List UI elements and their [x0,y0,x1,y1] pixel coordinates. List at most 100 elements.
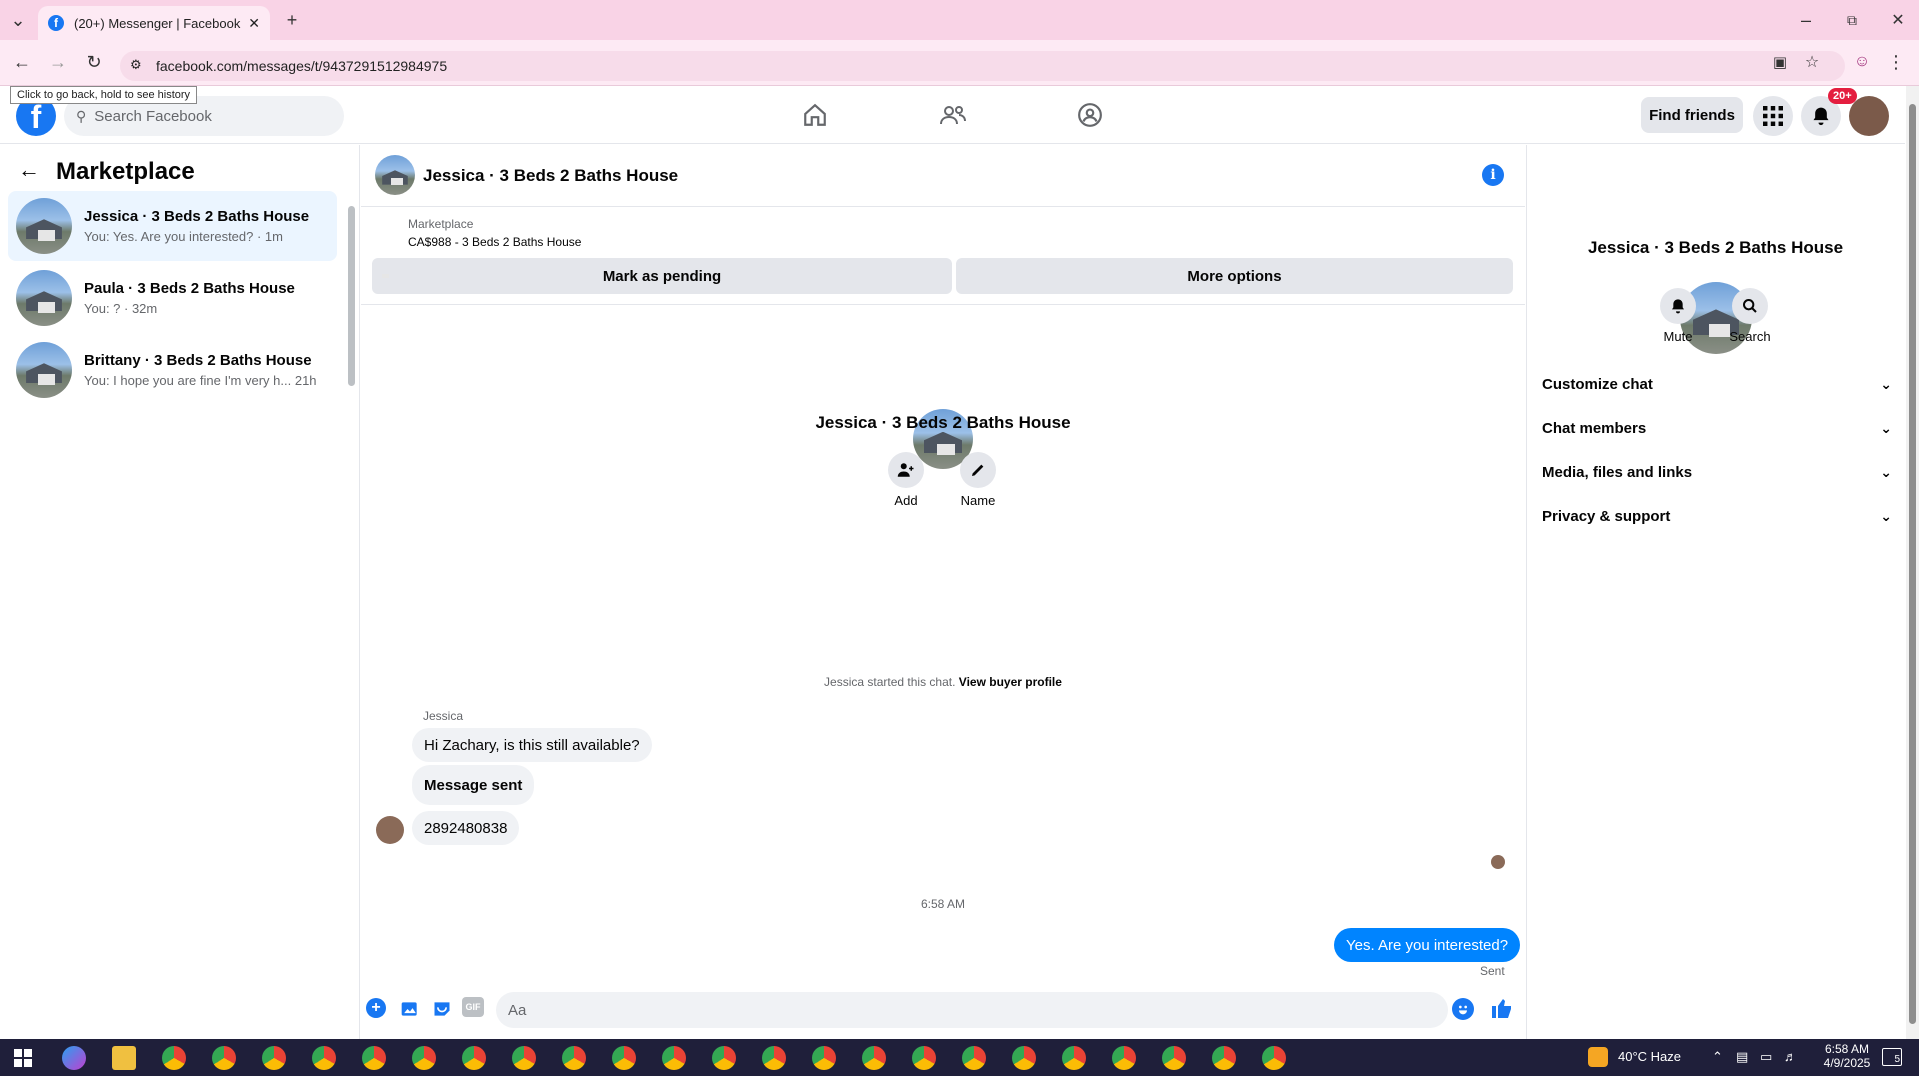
taskbar-clock[interactable]: 6:58 AM 4/9/2025 [1812,1042,1882,1070]
browser-tab[interactable]: f (20+) Messenger | Facebook ✕ [38,6,270,40]
info-icon[interactable]: i [1482,164,1504,186]
message-bubble[interactable]: Message sent [412,765,535,805]
add-person-icon[interactable] [888,452,924,488]
like-thumbs-up-icon[interactable] [1490,996,1514,1020]
listing-price-title[interactable]: CA$988 - 3 Beds 2 Baths House [408,235,581,249]
groups-icon[interactable] [1070,95,1110,135]
mute-bell-icon[interactable] [1660,288,1696,324]
view-buyer-profile-link[interactable]: View buyer profile [959,675,1062,689]
chrome-taskbar-icon[interactable] [1012,1046,1036,1070]
window-close-icon[interactable]: ✕ [1884,6,1912,34]
new-tab-icon[interactable]: + [278,6,306,34]
chevron-down-icon: ⌄ [1880,419,1892,436]
conversation-item-jessica[interactable]: Jessica · 3 Beds 2 Baths House You: Yes.… [8,191,337,261]
weather-text[interactable]: 40°C Haze [1618,1049,1681,1064]
network-icon[interactable]: ▤ [1736,1049,1748,1065]
chrome-taskbar-icon[interactable] [812,1046,836,1070]
back-icon[interactable]: ← [8,48,36,76]
sent-status: Sent [1480,964,1505,978]
item-label: Media, files and links [1542,463,1693,481]
chat-members-item[interactable]: Chat members ⌄ [1542,408,1892,448]
gif-icon[interactable]: GIF [462,997,484,1017]
clock-date: 4/9/2025 [1823,1056,1871,1070]
bookmark-star-icon[interactable]: ☆ [1798,48,1826,76]
emoji-icon[interactable] [1452,998,1474,1020]
chrome-taskbar-icon[interactable] [762,1046,786,1070]
find-friends-button[interactable]: Find friends [1641,97,1743,133]
sticker-icon[interactable] [430,997,454,1021]
friends-icon[interactable] [933,95,973,135]
tray-chevron-up-icon[interactable]: ⌃ [1712,1049,1723,1065]
chrome-taskbar-icon[interactable] [1162,1046,1186,1070]
item-label: Privacy & support [1542,507,1671,525]
chat-title[interactable]: Jessica · 3 Beds 2 Baths House [423,166,678,186]
chat-started-notice: Jessica started this chat. View buyer pr… [361,675,1525,689]
account-avatar[interactable] [1849,96,1889,136]
chrome-taskbar-icon[interactable] [262,1046,286,1070]
message-bubble[interactable]: Hi Zachary, is this still available? [412,728,652,762]
copilot-icon[interactable] [62,1046,86,1070]
restore-icon[interactable]: ⧉ [1838,6,1866,34]
my-message-bubble[interactable]: Yes. Are you interested? [1334,928,1521,962]
url-field[interactable]: ⚙ facebook.com/messages/t/94372915129849… [120,51,1845,81]
home-icon[interactable] [795,95,835,135]
display-icon[interactable]: ▭ [1760,1049,1772,1065]
file-explorer-icon[interactable] [112,1046,136,1070]
chrome-taskbar-icon[interactable] [912,1046,936,1070]
chrome-taskbar-icon[interactable] [212,1046,236,1070]
chrome-taskbar-icon[interactable] [162,1046,186,1070]
page-scrollbar-thumb[interactable] [1909,104,1916,1024]
media-files-links-item[interactable]: Media, files and links ⌄ [1542,452,1892,492]
chrome-taskbar-icon[interactable] [412,1046,436,1070]
listing-thumbnail [16,342,72,398]
close-tab-icon[interactable]: ✕ [248,15,260,32]
add-plus-icon[interactable]: + [366,998,386,1018]
back-arrow-icon[interactable]: ← [18,157,40,183]
more-options-button[interactable]: More options [956,258,1513,294]
forward-icon[interactable]: → [44,48,72,76]
sender-avatar[interactable] [376,816,404,844]
chrome-taskbar-icon[interactable] [1212,1046,1236,1070]
item-label: Customize chat [1542,375,1653,393]
chrome-taskbar-icon[interactable] [662,1046,686,1070]
chrome-taskbar-icon[interactable] [612,1046,636,1070]
chrome-taskbar-icon[interactable] [462,1046,486,1070]
message-input[interactable]: Aa [496,992,1448,1028]
divider [361,304,1525,305]
chrome-taskbar-icon[interactable] [512,1046,536,1070]
site-info-icon[interactable]: ⚙ [130,57,142,73]
conversation-snippet: You: I hope you are fine I'm very h... 2… [84,373,317,388]
chrome-menu-icon[interactable]: ⋮ [1882,48,1910,76]
install-app-icon[interactable]: ▣ [1766,48,1794,76]
customize-chat-item[interactable]: Customize chat ⌄ [1542,364,1892,404]
menu-grid-icon[interactable] [1753,96,1793,136]
edit-name-pencil-icon[interactable] [960,452,996,488]
mark-as-pending-button[interactable]: Mark as pending [372,258,952,294]
chrome-taskbar-icon[interactable] [562,1046,586,1070]
chrome-taskbar-icon[interactable] [1262,1046,1286,1070]
tab-search-chevron-icon[interactable]: ⌄ [4,6,32,34]
conversation-list-scrollbar[interactable] [348,206,355,386]
conversation-item-brittany[interactable]: Brittany · 3 Beds 2 Baths House You: I h… [8,335,337,405]
page-scrollbar[interactable] [1906,86,1919,1039]
chrome-taskbar-icon[interactable] [1062,1046,1086,1070]
profile-icon[interactable]: ☺ [1848,48,1876,76]
minimize-icon[interactable]: – [1792,6,1820,34]
chat-header-avatar[interactable] [375,155,415,195]
notification-center-icon[interactable]: 5 [1882,1048,1902,1066]
windows-start-icon[interactable] [14,1049,32,1067]
conversation-item-paula[interactable]: Paula · 3 Beds 2 Baths House You: ? · 32… [8,263,337,333]
chrome-taskbar-icon[interactable] [312,1046,336,1070]
photo-icon[interactable] [398,997,422,1021]
reload-icon[interactable]: ↻ [80,48,108,76]
chrome-taskbar-icon[interactable] [962,1046,986,1070]
chrome-taskbar-icon[interactable] [712,1046,736,1070]
conversation-name: Brittany · 3 Beds 2 Baths House [84,352,312,369]
message-bubble[interactable]: 2892480838 [412,811,520,845]
privacy-support-item[interactable]: Privacy & support ⌄ [1542,496,1892,536]
chrome-taskbar-icon[interactable] [362,1046,386,1070]
chrome-taskbar-icon[interactable] [1112,1046,1136,1070]
volume-icon[interactable]: ♬ [1784,1049,1797,1064]
search-in-chat-icon[interactable] [1732,288,1768,324]
chrome-taskbar-icon[interactable] [862,1046,886,1070]
